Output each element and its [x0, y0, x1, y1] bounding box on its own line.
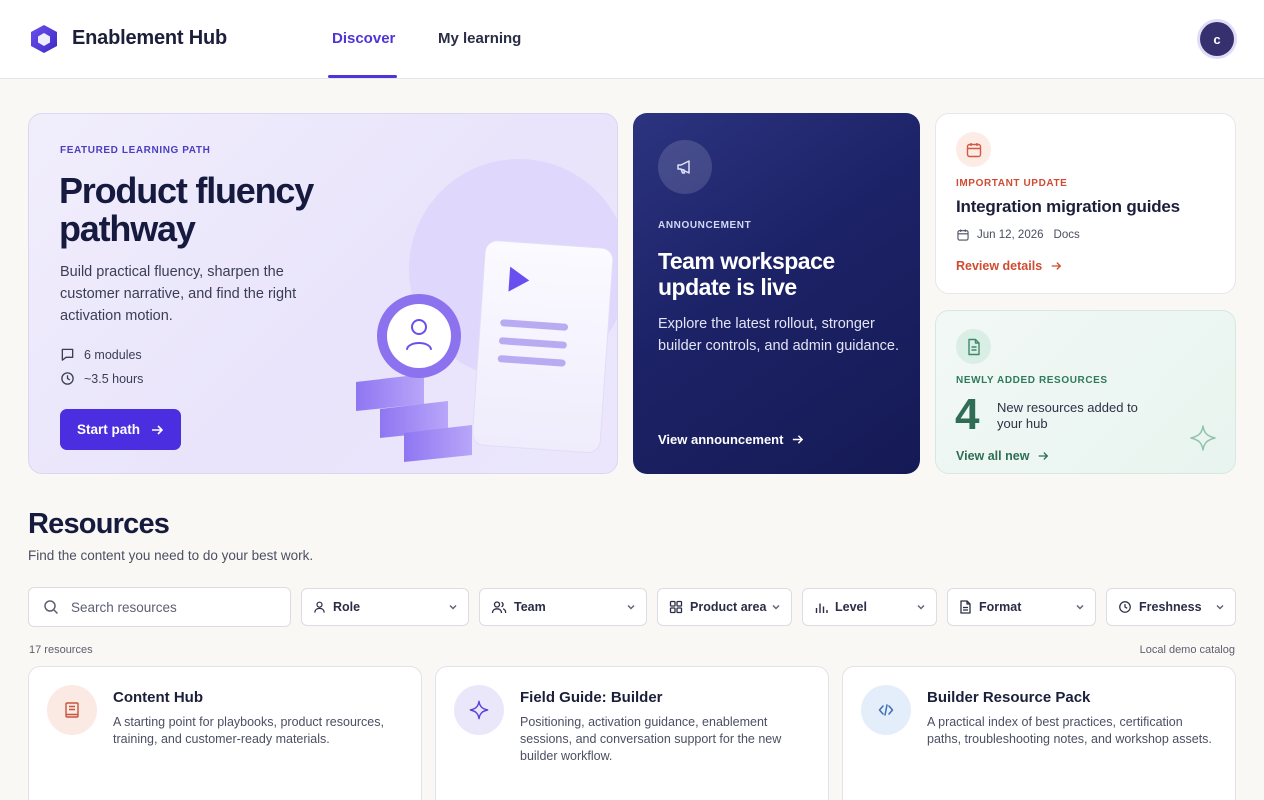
resources-heading: Resources: [28, 508, 170, 540]
announcement-description: Explore the latest rollout, stronger bui…: [658, 316, 900, 354]
announcement-card: ANNOUNCEMENT Team workspace update is li…: [633, 113, 920, 474]
learning-path-illustration: [356, 159, 617, 462]
filter-role[interactable]: Role: [301, 588, 469, 626]
resource-card-title: Field Guide: Builder: [520, 689, 663, 706]
new-resources-eyebrow: NEWLY ADDED RESOURCES: [956, 375, 1108, 386]
user-avatar[interactable]: c: [1200, 22, 1234, 56]
calendar-small-icon: [957, 229, 969, 241]
tab-discover[interactable]: Discover: [332, 30, 395, 47]
search-box[interactable]: [28, 587, 291, 627]
users-icon: [491, 600, 507, 614]
search-input[interactable]: [71, 599, 271, 615]
chevron-down-icon: [1216, 605, 1224, 610]
filter-team[interactable]: Team: [479, 588, 647, 626]
chevron-down-icon: [1076, 605, 1084, 610]
sparkle-icon: [454, 685, 504, 735]
important-update-card: IMPORTANT UPDATE Integration migration g…: [935, 113, 1236, 294]
start-path-button[interactable]: Start path: [60, 409, 181, 450]
resource-card-title: Content Hub: [113, 689, 203, 706]
arrow-right-icon: [793, 435, 804, 444]
document-icon: [956, 329, 991, 364]
chevron-down-icon: [449, 605, 457, 610]
top-header: Enablement Hub Discover My learning c: [0, 0, 1264, 79]
resource-card-content-hub[interactable]: Content Hub A starting point for playboo…: [28, 666, 422, 800]
arrow-right-icon: [1039, 452, 1049, 460]
search-icon: [44, 600, 59, 615]
update-meta: Jun 12, 2026 Docs: [956, 228, 1080, 242]
clock-icon: [61, 372, 74, 385]
featured-title: Product fluency pathway: [59, 170, 314, 249]
app-name[interactable]: Enablement Hub: [72, 27, 227, 50]
start-path-label: Start path: [76, 422, 140, 437]
view-announcement-label: View announcement: [658, 432, 784, 447]
new-resources-card: NEWLY ADDED RESOURCES 4 New resources ad…: [935, 310, 1236, 474]
hexagon-logo-icon[interactable]: [30, 24, 58, 54]
arrow-right-icon: [152, 424, 164, 435]
view-all-new-link[interactable]: View all new: [956, 449, 1049, 463]
resource-card-description: A practical index of best practices, cer…: [927, 715, 1212, 746]
announcement-eyebrow: ANNOUNCEMENT: [658, 220, 752, 231]
chevron-down-icon: [627, 605, 635, 610]
modules-count: 6 modules: [84, 347, 142, 362]
message-square-icon: [61, 348, 74, 361]
chevron-down-icon: [917, 605, 925, 610]
review-details-link[interactable]: Review details: [956, 259, 1062, 273]
update-type: Docs: [1053, 229, 1080, 241]
new-resources-count: 4: [955, 390, 980, 439]
user-icon: [313, 600, 326, 614]
bar-chart-icon: [814, 600, 828, 614]
filter-product-area[interactable]: Product area: [657, 588, 792, 626]
filter-format-label: Format: [979, 600, 1022, 614]
tab-my-learning[interactable]: My learning: [438, 30, 521, 47]
arrow-right-icon: [1051, 262, 1062, 270]
review-details-label: Review details: [956, 259, 1043, 273]
announcement-title: Team workspace update is live: [658, 248, 835, 300]
featured-learning-path-card: FEATURED LEARNING PATH Product fluency p…: [28, 113, 618, 474]
update-eyebrow: IMPORTANT UPDATE: [956, 178, 1068, 189]
featured-eyebrow: FEATURED LEARNING PATH: [60, 145, 211, 156]
catalog-label: Local demo catalog: [1139, 644, 1235, 656]
new-resources-text: New resources added to your hub: [997, 400, 1138, 431]
view-all-new-label: View all new: [956, 449, 1030, 463]
resource-card-builder-pack[interactable]: Builder Resource Pack A practical index …: [842, 666, 1236, 800]
filter-role-label: Role: [333, 600, 361, 614]
modules-meta: 6 modules: [60, 347, 142, 362]
sparkle-icon: [1190, 425, 1216, 451]
filter-product-area-label: Product area: [690, 600, 767, 614]
filter-level[interactable]: Level: [802, 588, 937, 626]
resource-card-description: A starting point for playbooks, product …: [113, 715, 384, 746]
filter-freshness[interactable]: Freshness: [1106, 588, 1236, 626]
calendar-icon: [956, 132, 991, 167]
resources-subtitle: Find the content you need to do your bes…: [28, 548, 314, 563]
clock-icon: [1118, 600, 1132, 614]
duration-value: ~3.5 hours: [84, 371, 144, 386]
filter-format[interactable]: Format: [947, 588, 1096, 626]
update-date: Jun 12, 2026: [977, 229, 1044, 241]
filter-freshness-label: Freshness: [1139, 600, 1202, 614]
view-announcement-link[interactable]: View announcement: [658, 432, 804, 447]
resource-card-field-guide[interactable]: Field Guide: Builder Positioning, activa…: [435, 666, 829, 800]
code-icon: [861, 685, 911, 735]
chevron-down-icon: [772, 605, 780, 610]
resource-card-title: Builder Resource Pack: [927, 689, 1091, 706]
grid-icon: [669, 600, 683, 614]
file-icon: [959, 600, 972, 614]
update-title: Integration migration guides: [956, 197, 1180, 216]
active-tab-indicator: [328, 75, 397, 78]
resource-count: 17 resources: [29, 644, 93, 656]
megaphone-icon: [658, 140, 712, 194]
resource-card-description: Positioning, activation guidance, enable…: [520, 715, 782, 763]
featured-description: Build practical fluency, sharpen the cus…: [60, 264, 297, 324]
duration-meta: ~3.5 hours: [60, 371, 143, 386]
filter-level-label: Level: [835, 600, 867, 614]
book-icon: [47, 685, 97, 735]
filter-team-label: Team: [514, 600, 546, 614]
